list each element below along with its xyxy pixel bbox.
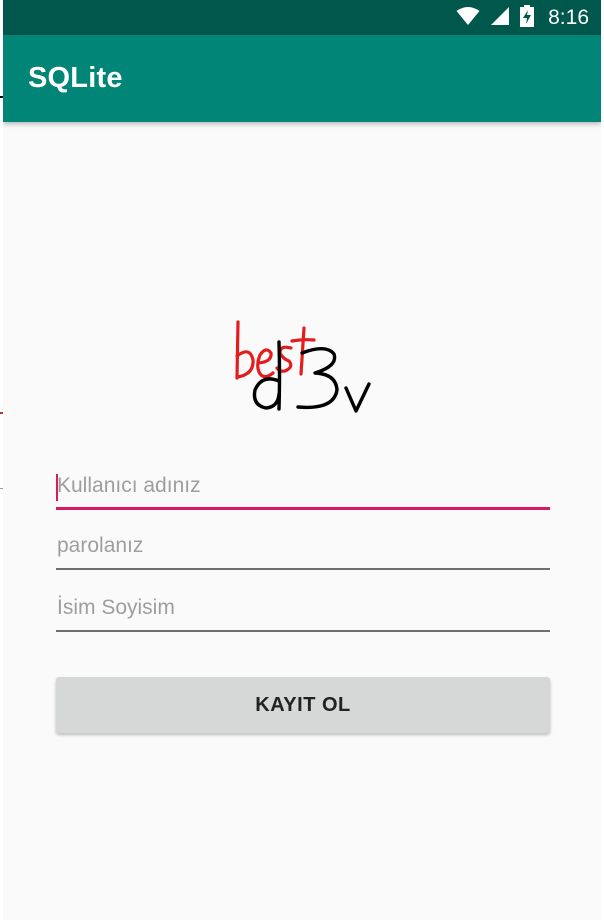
username-underline xyxy=(56,507,550,510)
register-button-label: KAYIT OL xyxy=(255,693,351,716)
status-bar: 8:16 xyxy=(3,0,601,35)
full-name-placeholder: İsim Soyisim xyxy=(57,596,175,619)
window-frame-left xyxy=(0,0,3,924)
full-name-input[interactable]: İsim Soyisim xyxy=(56,592,550,632)
cellular-signal-icon xyxy=(490,6,510,30)
password-placeholder: parolanız xyxy=(57,534,144,557)
username-placeholder: Kullanıcı adınız xyxy=(57,474,201,497)
app-bar: SQLite xyxy=(3,35,601,122)
app-title: SQLite xyxy=(28,62,123,94)
password-input[interactable]: parolanız xyxy=(56,530,550,570)
password-underline xyxy=(56,568,550,570)
username-input[interactable]: Kullanıcı adınız xyxy=(56,470,550,510)
battery-charging-icon xyxy=(520,4,535,31)
full-name-underline xyxy=(56,630,550,632)
status-time: 8:16 xyxy=(548,5,589,29)
register-button[interactable]: KAYIT OL xyxy=(56,677,550,733)
wifi-icon xyxy=(456,6,480,30)
app-screen: 8:16 SQLite Kullanıcı adınız parolanız İ… xyxy=(0,0,604,924)
status-icons: 8:16 xyxy=(456,0,589,35)
window-frame-bottom xyxy=(0,920,604,924)
logo xyxy=(228,316,378,420)
